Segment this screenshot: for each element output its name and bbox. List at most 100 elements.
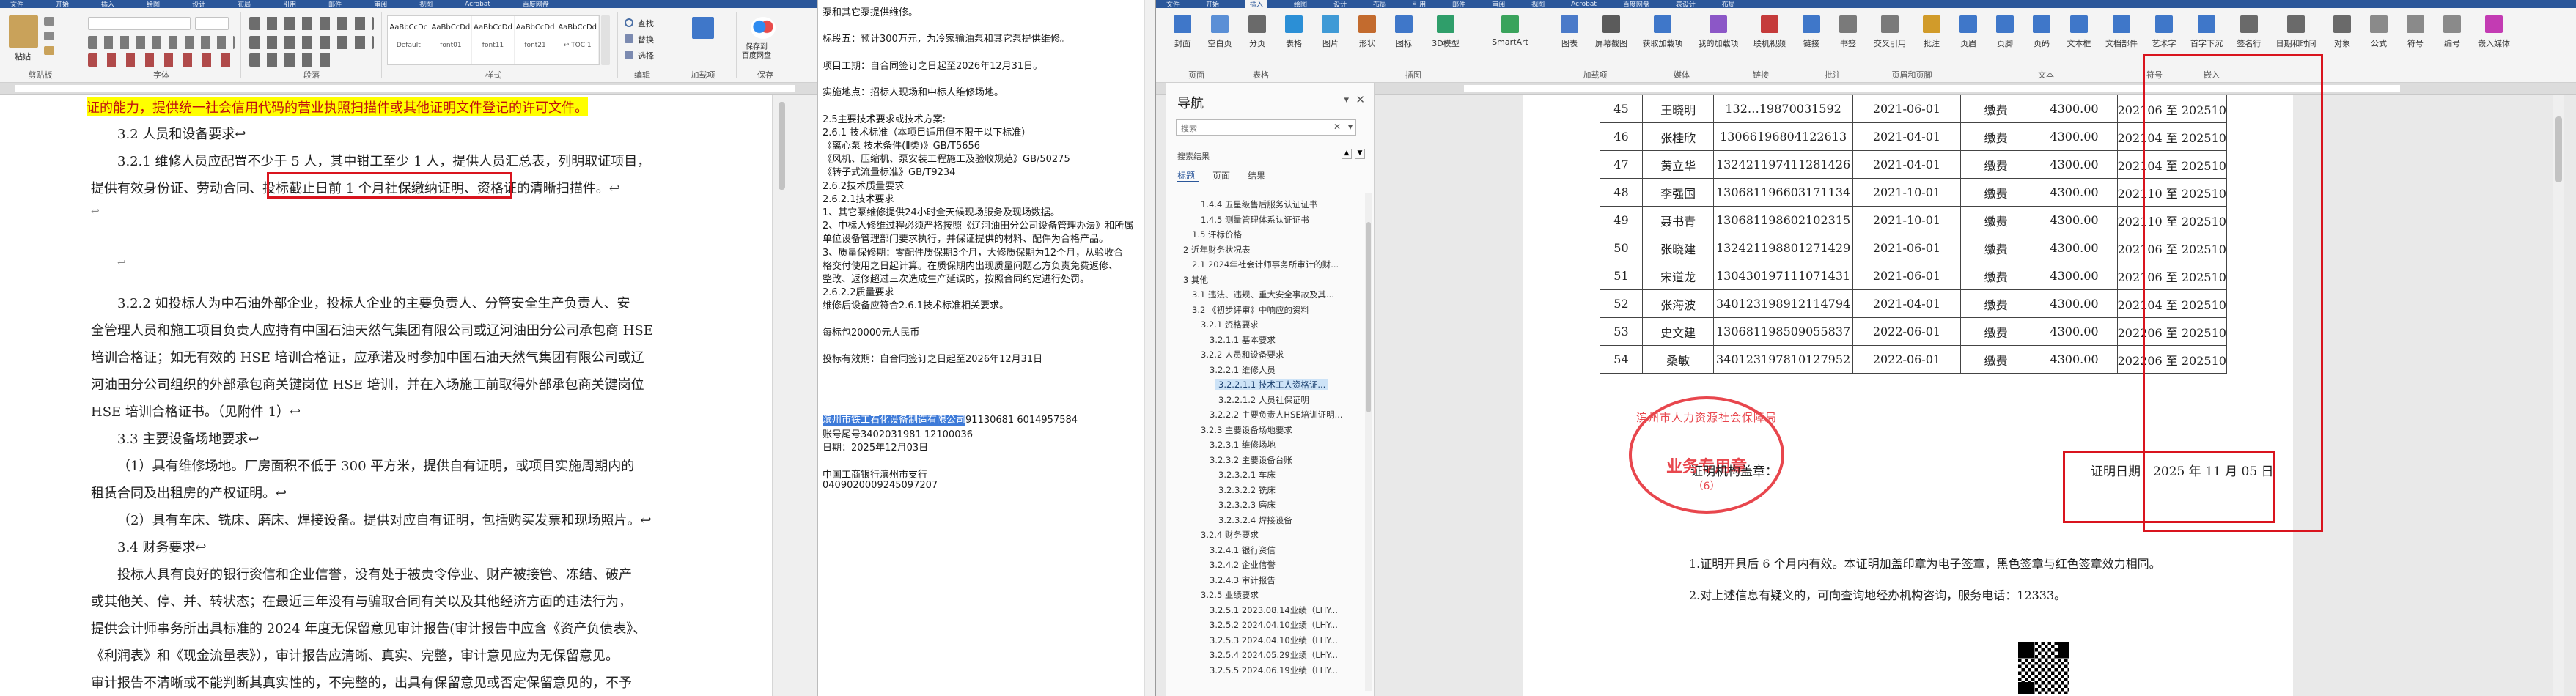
nav-heading-item[interactable]: 3.2 《初步评审》中响应的资料: [1189, 304, 1312, 316]
ribbon-button-label[interactable]: 文档部件: [2100, 37, 2143, 49]
nav-heading-item[interactable]: 3.2.3.1 维修场地: [1207, 439, 1278, 451]
left-scrollbar[interactable]: [772, 95, 817, 696]
ribbon-button-icon[interactable]: [2198, 15, 2215, 33]
tab-10[interactable]: Acrobat: [465, 1, 490, 8]
ribbon-button-icon[interactable]: [2443, 15, 2461, 33]
ribbon-button-icon[interactable]: [2070, 15, 2088, 33]
nav-scrollbar[interactable]: [1365, 193, 1372, 691]
ribbon-button-icon[interactable]: [1322, 15, 1339, 33]
ribbon-button-label[interactable]: SmartArt: [1471, 37, 1549, 47]
nav-heading-item[interactable]: 3.2.2.1.2 人员社保证明: [1215, 394, 1312, 406]
ribbon-button-label[interactable]: 图片: [1314, 37, 1347, 49]
nav-options-icon[interactable]: ▾: [1344, 95, 1349, 105]
ribbon-button-label[interactable]: 签名行: [2232, 37, 2266, 49]
ribbon-button-icon[interactable]: [1501, 15, 1519, 33]
nav-heading-item[interactable]: 3.2.4.1 银行资信: [1207, 544, 1278, 556]
nav-heading-item[interactable]: 3.2.3.2 主要设备台账: [1207, 454, 1295, 466]
ribbon-button-label[interactable]: 屏幕截图: [1590, 37, 1633, 49]
copy-icon[interactable]: [44, 32, 54, 40]
nav-tab-2[interactable]: 结果: [1248, 169, 1265, 182]
nav-scroll-thumb[interactable]: [1366, 222, 1371, 412]
format-painter-icon[interactable]: [44, 46, 54, 55]
nav-heading-item[interactable]: 3.2.3.2.4 焊接设备: [1215, 514, 1295, 526]
styles-scroll-icon[interactable]: [601, 15, 610, 65]
nav-heading-item[interactable]: 3.2.5.5 2024.06.19业绩（LHY...: [1207, 664, 1341, 676]
replace-icon[interactable]: [625, 34, 633, 43]
baidu-netdisk-icon[interactable]: [751, 17, 776, 39]
baidu-save-label[interactable]: 保存到 百度网盘: [742, 43, 771, 61]
nav-heading-item[interactable]: 3.2.4.2 企业信誉: [1207, 559, 1278, 571]
text-scrollbar[interactable]: [1144, 0, 1155, 696]
ribbon-button-label[interactable]: 对象: [2326, 37, 2358, 49]
nav-heading-item[interactable]: 3.2.3.2.1 车床: [1215, 469, 1278, 481]
ribbon-button-icon[interactable]: [1959, 15, 1977, 33]
ribbon-button-icon[interactable]: [1174, 15, 1191, 33]
ribbon-button-label[interactable]: 链接: [1795, 37, 1828, 49]
ribbon-button-label[interactable]: 空白页: [1203, 37, 1237, 49]
ribbon-button-icon[interactable]: [2485, 15, 2503, 33]
clear-icon[interactable]: ✕: [1333, 122, 1341, 132]
font-name-box[interactable]: [88, 17, 191, 30]
ribbon-button-icon[interactable]: [1211, 15, 1229, 33]
nav-heading-item[interactable]: 3.2.4 财务要求: [1198, 529, 1262, 541]
ribbon-button-icon[interactable]: [1923, 15, 1940, 33]
ribbon-button-icon[interactable]: [2287, 15, 2305, 33]
ribbon-button-label[interactable]: 图标: [1388, 37, 1420, 49]
style-item[interactable]: AaBbCcDd font11: [472, 16, 515, 64]
nav-heading-item[interactable]: 1.4.4 五星级售后服务认证证书: [1198, 199, 1320, 210]
nav-heading-item[interactable]: 1.4.5 测量管理体系认证证书: [1198, 214, 1312, 226]
ribbon-button-icon[interactable]: [1248, 15, 1266, 33]
scroll-thumb[interactable]: [2555, 116, 2562, 182]
ribbon-button-label[interactable]: 首字下沉: [2185, 37, 2228, 49]
ribbon-button-icon[interactable]: [1803, 15, 1820, 33]
nav-heading-item[interactable]: 3.2.2.1.1 技术工人资格证...: [1215, 379, 1329, 390]
ribbon-button-label[interactable]: 图表: [1553, 37, 1586, 49]
paste-icon[interactable]: [9, 15, 38, 48]
ribbon-button-icon[interactable]: [1761, 15, 1778, 33]
replace-button[interactable]: 替换: [638, 34, 654, 45]
ribbon-button-label[interactable]: 日期和时间: [2270, 37, 2322, 49]
ribbon-button-icon[interactable]: [2240, 15, 2258, 33]
ribbon-button-icon[interactable]: [2370, 15, 2388, 33]
font-size-box[interactable]: [195, 17, 229, 30]
search-icon[interactable]: [625, 18, 633, 27]
style-item[interactable]: AaBbCcDd font21: [515, 16, 557, 64]
ribbon-button-label[interactable]: 分页: [1241, 37, 1273, 49]
nav-heading-item[interactable]: 3.2.5 业绩要求: [1198, 589, 1262, 601]
select-icon[interactable]: [625, 51, 633, 59]
ribbon-button-label[interactable]: 获取加载项: [1637, 37, 1688, 49]
select-button[interactable]: 选择: [638, 50, 654, 62]
ribbon-button-icon[interactable]: [2033, 15, 2050, 33]
tab-10[interactable]: Acrobat: [1571, 1, 1597, 8]
ribbon-button-label[interactable]: 艺术字: [2147, 37, 2181, 49]
ribbon-button-label[interactable]: 书签: [1832, 37, 1864, 49]
ribbon-button-icon[interactable]: [1395, 15, 1413, 33]
nav-heading-item[interactable]: 3.2.2.1 维修人员: [1207, 364, 1278, 376]
nav-heading-item[interactable]: 3.2.3.2.2 铣床: [1215, 484, 1278, 496]
shading-buttons[interactable]: [249, 53, 337, 67]
ribbon-button-label[interactable]: 批注: [1916, 37, 1948, 49]
align-buttons[interactable]: [249, 36, 374, 49]
ribbon-button-label[interactable]: 公式: [2363, 37, 2395, 49]
nav-heading-item[interactable]: 3.2.5.4 2024.05.29业绩（LHY...: [1207, 649, 1341, 661]
ribbon-button-label[interactable]: 联机视频: [1748, 37, 1791, 49]
nav-heading-item[interactable]: 3.2.3 主要设备场地要求: [1198, 424, 1295, 436]
ribbon-button-icon[interactable]: [1881, 15, 1899, 33]
ribbon-button-icon[interactable]: [1285, 15, 1303, 33]
ribbon-button-icon[interactable]: [1839, 15, 1857, 33]
ribbon-button-label[interactable]: 封面: [1166, 37, 1199, 49]
ribbon-button-label[interactable]: 我的加载项: [1693, 37, 1744, 49]
ribbon-button-icon[interactable]: [2407, 15, 2424, 33]
ribbon-button-label[interactable]: 3D模型: [1424, 37, 1467, 49]
nav-heading-item[interactable]: 2.1 2024年社会计师事务所审计的财...: [1189, 259, 1342, 270]
ribbon-button-icon[interactable]: [1437, 15, 1454, 33]
ribbon-button-label[interactable]: 页脚: [1989, 37, 2021, 49]
nav-heading-item[interactable]: 1.5 评标价格: [1189, 229, 1245, 240]
close-icon[interactable]: ✕: [1355, 93, 1365, 106]
font-color-buttons[interactable]: [88, 53, 235, 67]
nav-heading-item[interactable]: 3.2.5.2 2024.04.10业绩（LHY...: [1207, 619, 1341, 631]
nav-search-input[interactable]: 搜索 ✕ ▾: [1176, 119, 1356, 136]
ribbon-button-label[interactable]: 编号: [2436, 37, 2468, 49]
scroll-thumb[interactable]: [779, 102, 785, 190]
dropdown-icon[interactable]: ▾: [1348, 122, 1353, 132]
